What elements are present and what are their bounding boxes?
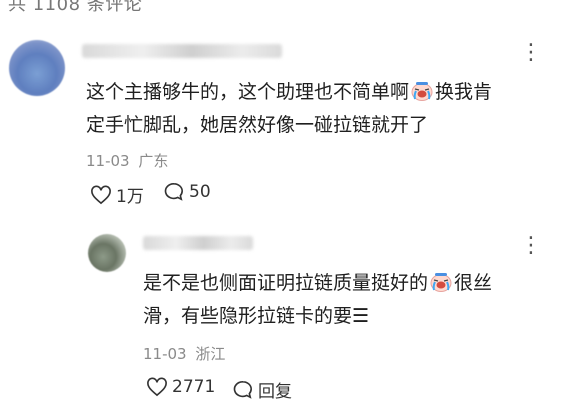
like-button[interactable]: 2771 — [146, 377, 215, 397]
comment-bubble-icon — [164, 182, 184, 201]
like-count: 1万 — [116, 187, 144, 207]
comment-text-line1: 是不是也侧面证明拉链质量挺好的 — [143, 272, 429, 294]
more-dots-icon[interactable]: ⋮ — [520, 42, 543, 64]
like-count: 2771 — [172, 377, 216, 397]
username-blurred[interactable] — [143, 236, 253, 250]
username-blurred[interactable] — [82, 44, 282, 58]
reply-label: 回复 — [258, 382, 292, 402]
avatar[interactable] — [88, 234, 126, 272]
reply-count-button[interactable]: 50 — [163, 182, 211, 202]
comment-meta: 11-03 广东 — [86, 150, 168, 171]
crying-face-emoji-icon — [430, 270, 452, 292]
comment-body: 是不是也侧面证明拉链质量挺好的 很丝 滑，有些隐形拉链卡的要☰ — [143, 267, 548, 333]
like-button[interactable]: 1万 — [90, 182, 144, 207]
comment-text-line1-cont: 很丝 — [454, 272, 493, 294]
comment-date: 11-03 — [86, 152, 130, 170]
comment-text-line2: 滑，有些隐形拉链卡的要 — [143, 305, 353, 327]
comment-bubble-icon — [233, 380, 253, 399]
heart-icon — [91, 185, 111, 204]
comment-date: 11-03 — [143, 345, 187, 363]
comment-location: 浙江 — [195, 345, 226, 363]
crying-face-emoji-icon — [411, 79, 433, 101]
comment-text-symbol: ☰ — [352, 305, 370, 327]
reply-count: 50 — [189, 182, 211, 202]
comment-location: 广东 — [138, 152, 169, 170]
comment-text-line1: 这个主播够牛的，这个助理也不简单啊 — [86, 81, 410, 103]
heart-icon — [147, 377, 167, 397]
reply-button[interactable]: 回复 — [232, 377, 292, 402]
comment-meta: 11-03 浙江 — [143, 343, 225, 364]
comment-text-line1-cont: 换我肯 — [435, 81, 493, 103]
more-dots-icon[interactable]: ⋮ — [520, 235, 543, 257]
avatar[interactable] — [9, 40, 65, 96]
comment-text-line2: 定手忙脚乱，她居然好像一碰拉链就开了 — [86, 114, 429, 136]
comment-count-header: 共 1108 条评论 — [8, 0, 143, 15]
comment-body: 这个主播够牛的，这个助理也不简单啊 换我肯 定手忙脚乱，她居然好像一碰拉链就开了 — [86, 76, 546, 142]
